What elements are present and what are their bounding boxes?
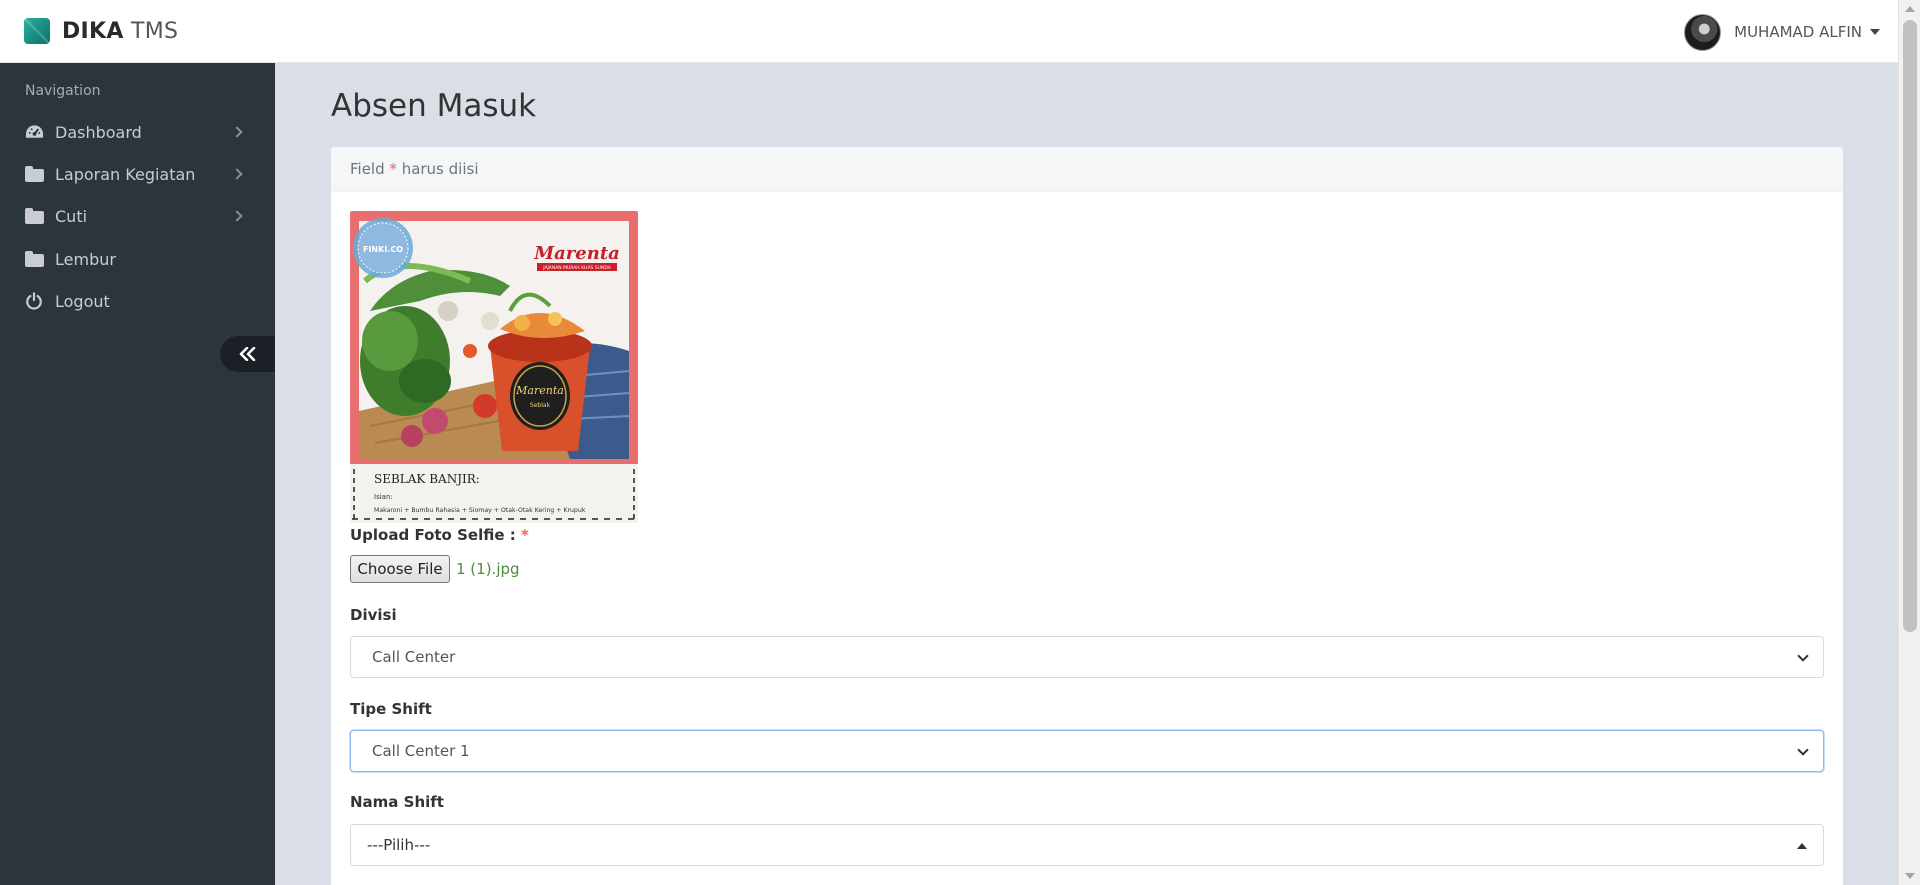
brand-name-strong: DIKA <box>62 18 124 44</box>
sidebar-collapse-button[interactable] <box>220 336 275 372</box>
folder-icon <box>25 251 44 267</box>
preview-caption-isian-text: Makaroni + Bumbu Rahasia + Siomay + Otak… <box>374 507 586 514</box>
avatar <box>1684 13 1722 51</box>
folder-icon <box>25 208 44 224</box>
sidebar: Navigation Dashboard Laporan Kegiatan Cu… <box>0 63 275 885</box>
sidebar-item-label: Logout <box>55 291 110 311</box>
nav-heading: Navigation <box>25 83 101 99</box>
divisi-label: Divisi <box>350 606 397 624</box>
required-asterisk: * <box>389 160 397 178</box>
brand-name-light: TMS <box>131 18 179 44</box>
page-title: Absen Masuk <box>331 88 537 124</box>
required-note-prefix: Field <box>350 160 385 178</box>
sidebar-item-logout[interactable]: Logout <box>0 281 275 321</box>
preview-image-graphic: Marenta Seblak Marenta JAJANAN MURAH KHA… <box>350 211 638 523</box>
required-note-suffix: harus diisi <box>401 160 479 178</box>
sidebar-item-label: Dashboard <box>55 122 142 142</box>
tipe-shift-select[interactable]: Call Center 1 <box>350 730 1824 772</box>
sidebar-item-dashboard[interactable]: Dashboard <box>0 112 275 152</box>
user-menu[interactable]: MUHAMAD ALFIN <box>1684 12 1880 52</box>
cup-label-text: Marenta <box>515 384 564 397</box>
panel-heading: Field * harus diisi <box>331 147 1843 192</box>
sidebar-item-label: Cuti <box>55 206 88 226</box>
cup-sublabel-text: Seblak <box>530 402 551 409</box>
brand-name: DIKA TMS <box>62 19 178 44</box>
brand[interactable]: DIKA TMS <box>24 18 178 44</box>
divisi-select-value: Call Center <box>372 648 456 666</box>
sidebar-item-cuti[interactable]: Cuti <box>0 196 275 236</box>
caret-up-icon <box>1797 843 1807 849</box>
upload-selfie-label: Upload Foto Selfie : * <box>350 526 529 544</box>
caret-down-icon <box>1870 29 1880 35</box>
selfie-preview-image: Marenta Seblak Marenta JAJANAN MURAH KHA… <box>350 211 638 523</box>
nama-shift-select-value: ---Pilih--- <box>367 836 431 854</box>
chevron-right-icon <box>231 126 243 138</box>
power-icon <box>26 292 42 310</box>
chevron-right-icon <box>231 210 243 222</box>
preview-brand-tagline: JAJANAN MURAH KHAS SUNDA <box>542 265 612 271</box>
scroll-down-arrow-icon[interactable] <box>1905 873 1915 879</box>
chevron-down-icon <box>1797 744 1809 756</box>
tipe-shift-label: Tipe Shift <box>350 700 432 718</box>
selected-file-name: 1 (1).jpg <box>456 560 520 578</box>
sidebar-item-label: Laporan Kegiatan <box>55 164 196 184</box>
preview-caption-isian-label: Isian: <box>374 493 393 501</box>
divisi-select[interactable]: Call Center <box>350 636 1824 678</box>
top-header: DIKA TMS MUHAMAD ALFIN <box>0 0 1898 63</box>
folder-icon <box>25 166 44 182</box>
sidebar-item-lembur[interactable]: Lembur <box>0 239 275 279</box>
file-upload-control: Choose File 1 (1).jpg <box>350 555 520 583</box>
scroll-up-arrow-icon[interactable] <box>1905 6 1915 12</box>
brand-logo-icon <box>24 18 50 44</box>
page-scrollbar[interactable] <box>1898 0 1920 885</box>
user-name: MUHAMAD ALFIN <box>1734 23 1862 41</box>
choose-file-button[interactable]: Choose File <box>350 555 450 583</box>
dashboard-gauge-icon <box>25 125 44 138</box>
nama-shift-label: Nama Shift <box>350 793 444 811</box>
form-panel: Field * harus diisi Marenta Seblak Maren… <box>331 147 1843 885</box>
tipe-shift-select-value: Call Center 1 <box>372 742 470 760</box>
double-chevron-left-icon <box>239 347 255 361</box>
sidebar-item-laporan-kegiatan[interactable]: Laporan Kegiatan <box>0 154 275 194</box>
sidebar-item-label: Lembur <box>55 249 116 269</box>
scrollbar-thumb[interactable] <box>1903 20 1917 632</box>
upload-selfie-label-text: Upload Foto Selfie : <box>350 526 516 544</box>
preview-caption-title: SEBLAK BANJIR: <box>374 472 480 486</box>
preview-badge-text: FINKI.CO <box>363 245 403 254</box>
chevron-down-icon <box>1797 650 1809 662</box>
required-asterisk: * <box>520 526 529 544</box>
preview-brand-script: Marenta <box>533 243 620 264</box>
chevron-right-icon <box>231 168 243 180</box>
nama-shift-select[interactable]: ---Pilih--- <box>350 824 1824 866</box>
